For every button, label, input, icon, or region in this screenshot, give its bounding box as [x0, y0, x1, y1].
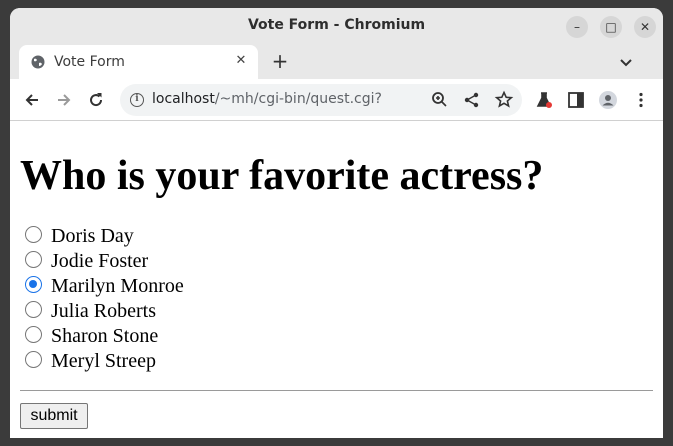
horizontal-rule [20, 390, 653, 391]
toolbar: i localhost/~mh/cgi-bin/quest.cgi? [10, 79, 663, 121]
tab-vote-form[interactable]: Vote Form ✕ [19, 45, 258, 79]
radio-label[interactable]: Marilyn Monroe [51, 275, 184, 298]
radio-label[interactable]: Jodie Foster [51, 250, 148, 273]
side-panel-icon[interactable] [566, 90, 586, 110]
title-bar[interactable]: Vote Form - Chromium – □ ✕ [10, 8, 663, 44]
url-path: /~mh/cgi-bin/quest.cgi? [214, 91, 382, 107]
forward-arrow-icon[interactable] [54, 90, 74, 110]
radio-button[interactable] [25, 301, 42, 318]
tab-close-icon[interactable]: ✕ [232, 52, 250, 70]
new-tab-button[interactable]: + [268, 50, 292, 74]
back-arrow-icon[interactable] [22, 90, 42, 110]
radio-label[interactable]: Doris Day [51, 225, 134, 248]
radio-button[interactable] [25, 226, 42, 243]
profile-avatar-icon[interactable] [598, 90, 618, 110]
site-info-icon[interactable]: i [130, 93, 144, 107]
zoom-icon[interactable] [430, 90, 450, 110]
url-text[interactable]: localhost/~mh/cgi-bin/quest.cgi? [152, 91, 382, 107]
radio-label[interactable]: Meryl Streep [51, 350, 156, 373]
url-host: localhost [152, 91, 215, 107]
radio-button[interactable] [25, 326, 42, 343]
reload-icon[interactable] [86, 90, 106, 110]
bookmark-star-icon[interactable] [494, 90, 514, 110]
radio-button[interactable] [25, 251, 42, 268]
browser-window: Vote Form - Chromium – □ ✕ Vote Form ✕ + [10, 8, 663, 438]
address-bar[interactable]: i localhost/~mh/cgi-bin/quest.cgi? [120, 84, 522, 116]
more-menu-icon[interactable] [631, 90, 651, 110]
radio-button[interactable] [25, 276, 42, 293]
radio-label[interactable]: Sharon Stone [51, 325, 158, 348]
labs-flask-icon[interactable] [534, 90, 554, 110]
page-heading: Who is your favorite actress? [20, 153, 544, 199]
page-content: Who is your favorite actress? Doris Day J… [10, 122, 663, 438]
tab-search-chevron-down-icon[interactable] [616, 52, 636, 72]
radio-button[interactable] [25, 351, 42, 368]
tab-title: Vote Form [54, 54, 125, 70]
share-icon[interactable] [462, 90, 482, 110]
close-window-button[interactable]: ✕ [634, 16, 656, 38]
minimize-button[interactable]: – [566, 16, 588, 38]
submit-button[interactable]: submit [20, 403, 88, 429]
radio-label[interactable]: Julia Roberts [51, 300, 156, 323]
maximize-button[interactable]: □ [600, 16, 622, 38]
tab-strip: Vote Form ✕ + [10, 44, 663, 79]
globe-icon [31, 55, 45, 69]
